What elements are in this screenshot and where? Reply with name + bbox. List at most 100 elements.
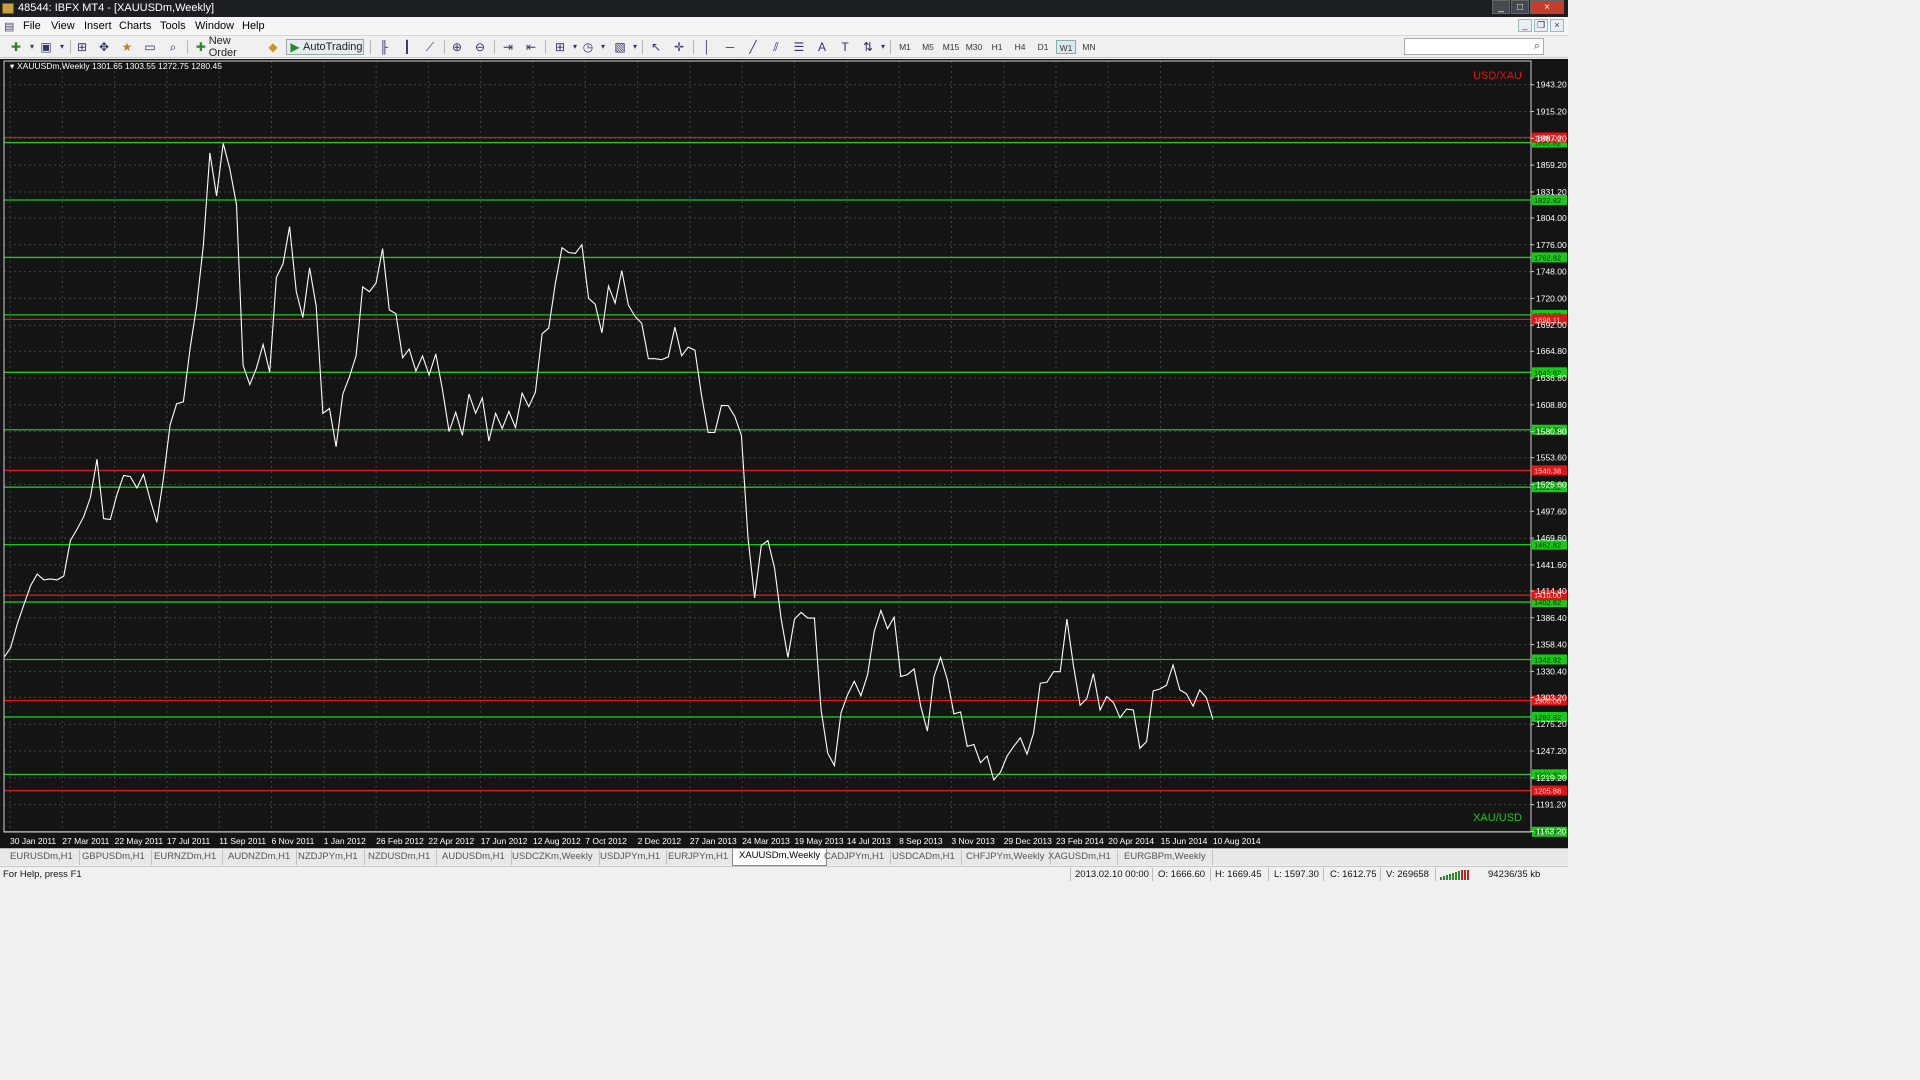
- chart-tab[interactable]: AUDUSDm,H1: [436, 850, 512, 865]
- text-label-icon[interactable]: T: [837, 39, 853, 55]
- search-input[interactable]: ⌕: [1404, 38, 1544, 55]
- chart-tab[interactable]: EURUSDm,H1: [4, 850, 80, 865]
- status-help: For Help, press F1: [3, 869, 82, 880]
- chart-tab[interactable]: NZDUSDm,H1: [362, 850, 438, 865]
- chart-tab[interactable]: USDCZKm,Weekly: [506, 850, 600, 865]
- cursor-icon[interactable]: ↖: [648, 39, 664, 55]
- menu-view[interactable]: View: [51, 20, 75, 32]
- x-tick-label: 19 May 2013: [795, 836, 844, 846]
- timeframe-mn[interactable]: MN: [1079, 40, 1099, 54]
- chart-tab[interactable]: CHFJPYm,Weekly: [960, 850, 1052, 865]
- horizontal-line-icon[interactable]: ─: [722, 39, 738, 55]
- zoom-out-icon[interactable]: ⊖: [472, 39, 488, 55]
- trendline-icon[interactable]: ╱: [745, 39, 761, 55]
- auto-scroll-icon[interactable]: ⇥: [500, 39, 516, 55]
- strategy-tester-icon[interactable]: ⌕: [165, 39, 181, 55]
- y-tick-label: 1330.40: [1536, 666, 1567, 676]
- chart-tab[interactable]: AUDNZDm,H1: [222, 850, 298, 865]
- menu-charts[interactable]: Charts: [119, 20, 151, 32]
- chart-tab[interactable]: CADJPYm,H1: [818, 850, 892, 865]
- price-chart[interactable]: 1882.821822.821762.821702.821642.821582.…: [0, 59, 1568, 848]
- green-level-line-label: 1342.82: [1534, 655, 1561, 664]
- dropdown-arrow-icon[interactable]: ▾: [54, 39, 70, 55]
- green-level-line-label: 1762.82: [1534, 253, 1561, 262]
- chart-window-icon[interactable]: ▤: [4, 20, 14, 33]
- data-window-icon[interactable]: ✥: [96, 39, 112, 55]
- timeframe-m30[interactable]: M30: [964, 40, 984, 54]
- new-chart-icon[interactable]: ✚: [8, 39, 24, 55]
- new-order-button[interactable]: ✚ New Order: [193, 35, 261, 59]
- periods-icon[interactable]: ◷: [580, 39, 596, 55]
- chart-tab[interactable]: EURJPYm,H1: [662, 850, 736, 865]
- crosshair-icon[interactable]: ✛: [671, 39, 687, 55]
- menu-window[interactable]: Window: [195, 20, 234, 32]
- timeframe-h1[interactable]: H1: [987, 40, 1007, 54]
- y-tick-label: 1469.60: [1536, 533, 1567, 543]
- terminal-icon[interactable]: ▭: [142, 39, 158, 55]
- profiles-icon[interactable]: ▣: [38, 39, 54, 55]
- channel-icon[interactable]: ⫽: [768, 39, 784, 55]
- dropdown-arrow-icon[interactable]: ▾: [595, 39, 611, 55]
- menu-insert[interactable]: Insert: [84, 20, 112, 32]
- candlestick-icon[interactable]: ┃: [399, 39, 415, 55]
- autotrading-button[interactable]: ▶ AutoTrading: [286, 39, 364, 55]
- timeframe-m15[interactable]: M15: [941, 40, 961, 54]
- mdi-minimize-button[interactable]: _: [1518, 19, 1532, 32]
- mdi-controls: _ ❐ ×: [1518, 19, 1564, 32]
- collapse-icon[interactable]: ▾: [10, 61, 15, 71]
- price-series: [3, 143, 1214, 782]
- y-tick-label: 1386.40: [1536, 613, 1567, 623]
- timeframe-m1[interactable]: M1: [895, 40, 915, 54]
- new-order-label: New Order: [208, 35, 237, 59]
- mdi-restore-button[interactable]: ❐: [1534, 19, 1548, 32]
- x-tick-label: 24 Mar 2013: [742, 836, 790, 846]
- line-chart-icon[interactable]: ⟋: [422, 39, 438, 55]
- chart-tab[interactable]: EURNZDm,H1: [148, 850, 224, 865]
- chart-tab[interactable]: USDCADm,H1: [886, 850, 962, 865]
- dropdown-arrow-icon[interactable]: ▾: [627, 39, 643, 55]
- maximize-button[interactable]: □: [1511, 0, 1529, 14]
- x-tick-label: 20 Apr 2014: [1108, 836, 1154, 846]
- status-datetime: 2013.02.10 00:00: [1075, 869, 1149, 880]
- indicators-icon[interactable]: ⊞: [552, 39, 568, 55]
- chart-tab[interactable]: GBPUSDm,H1: [76, 850, 152, 865]
- price-line: [3, 143, 1214, 782]
- timeframe-d1[interactable]: D1: [1033, 40, 1053, 54]
- chart-tab[interactable]: NZDJPYm,H1: [292, 850, 365, 865]
- minimize-button[interactable]: _: [1492, 0, 1510, 14]
- arrows-icon[interactable]: ⇅: [860, 39, 876, 55]
- metaeditor-icon[interactable]: ◆: [265, 39, 281, 55]
- timeframe-h4[interactable]: H4: [1010, 40, 1030, 54]
- timeframe-w1[interactable]: W1: [1056, 40, 1076, 54]
- market-watch-icon[interactable]: ⊞: [74, 39, 90, 55]
- menu-tools[interactable]: Tools: [160, 20, 186, 32]
- chart-tab[interactable]: XAGUSDm,H1: [1042, 850, 1118, 865]
- timeframe-m5[interactable]: M5: [918, 40, 938, 54]
- mdi-close-button[interactable]: ×: [1550, 19, 1564, 32]
- y-tick-label: 1219.20: [1536, 773, 1567, 783]
- x-tick-label: 12 Aug 2012: [533, 836, 581, 846]
- chart-window[interactable]: 1882.821822.821762.821702.821642.821582.…: [0, 59, 1568, 848]
- templates-icon[interactable]: ▧: [612, 39, 628, 55]
- close-button[interactable]: ×: [1530, 0, 1564, 14]
- y-tick-label: 1804.00: [1536, 213, 1567, 223]
- dropdown-arrow-icon[interactable]: ▾: [875, 39, 891, 55]
- bar-chart-icon[interactable]: ╟: [376, 39, 392, 55]
- chart-shift-icon[interactable]: ⇤: [523, 39, 539, 55]
- chart-tab[interactable]: XAUUSDm,Weekly: [732, 849, 828, 866]
- fibonacci-icon[interactable]: ☰: [791, 39, 807, 55]
- y-tick-label: 1664.80: [1536, 346, 1567, 356]
- text-icon[interactable]: A: [814, 39, 830, 55]
- vertical-line-icon[interactable]: │: [699, 39, 715, 55]
- y-tick-label: 1414.40: [1536, 586, 1567, 596]
- search-icon[interactable]: ⌕: [1534, 40, 1540, 53]
- menu-file[interactable]: File: [23, 20, 41, 32]
- navigator-icon[interactable]: ★: [119, 39, 135, 55]
- chart-tab[interactable]: EURGBPm,Weekly: [1118, 850, 1213, 865]
- chart-tab[interactable]: USDJPYm,H1: [594, 850, 668, 865]
- menu-help[interactable]: Help: [242, 20, 265, 32]
- x-tick-label: 2 Dec 2012: [638, 836, 682, 846]
- chart-tabs: EURUSDm,H1 GBPUSDm,H1 EURNZDm,H1 AUDNZDm,H1…: [0, 848, 1568, 866]
- zoom-in-icon[interactable]: ⊕: [449, 39, 465, 55]
- status-traffic: 94236/35 kb: [1488, 869, 1541, 880]
